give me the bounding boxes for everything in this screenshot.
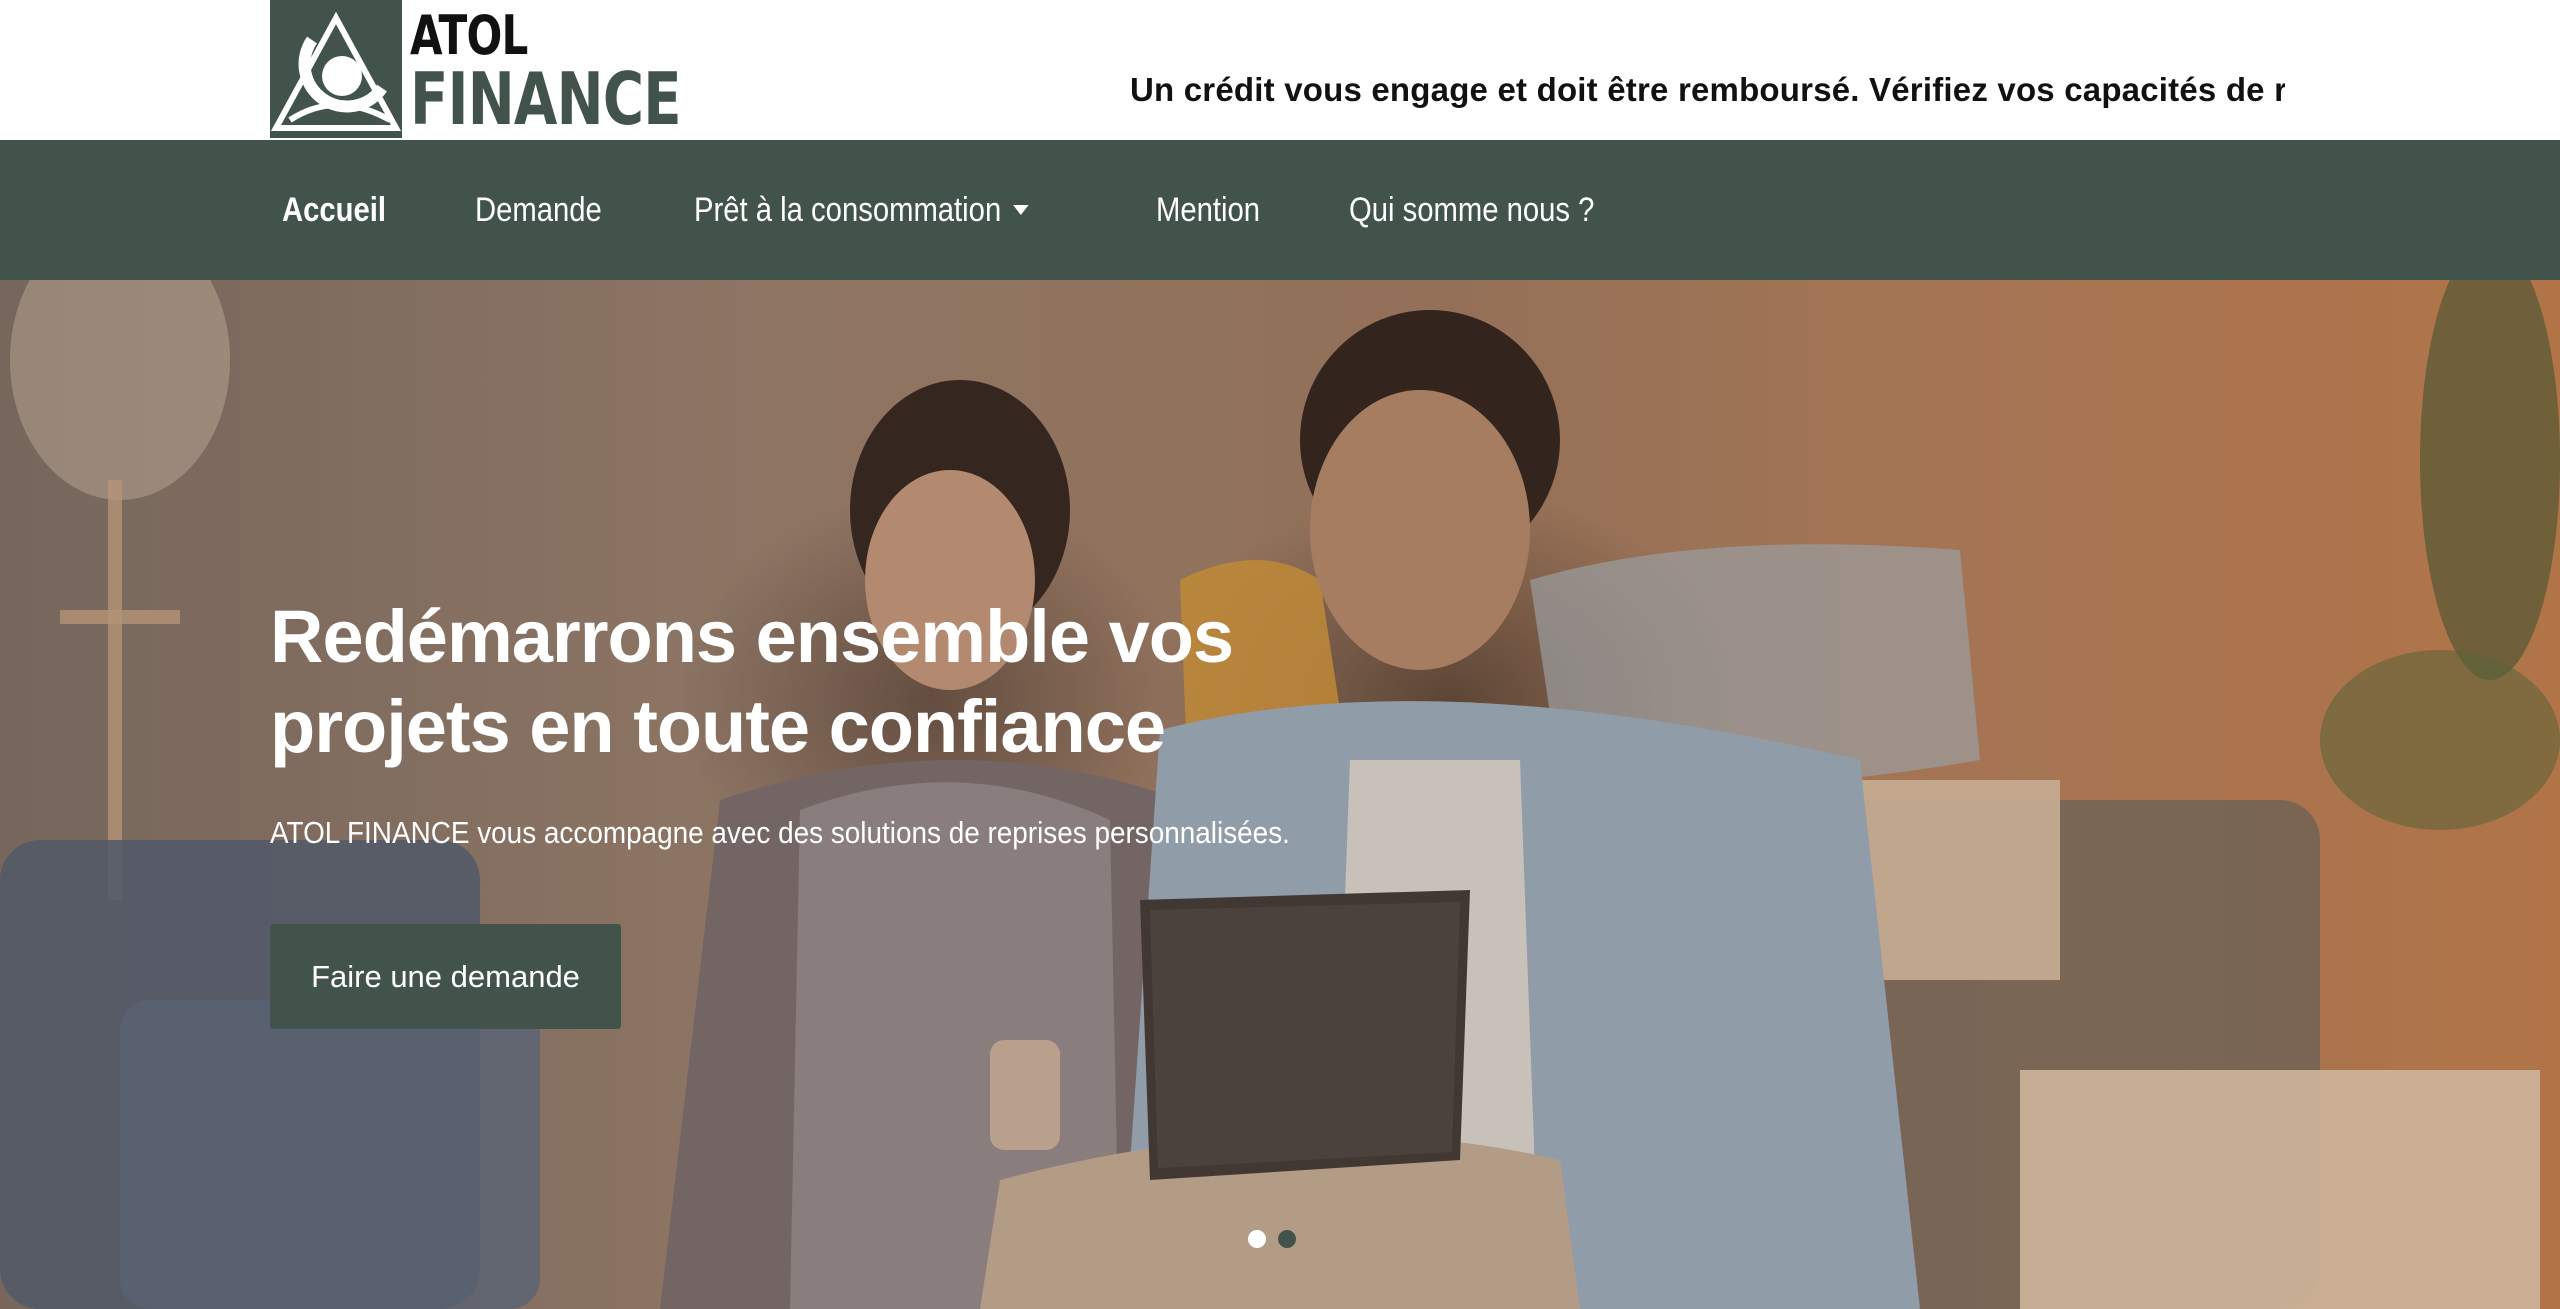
nav-item-accueil[interactable]: Accueil <box>270 191 398 230</box>
carousel-indicators <box>1248 1230 1296 1248</box>
credit-warning-ticker: Un crédit vous engage et doit être rembo… <box>1130 64 2285 116</box>
carousel-indicator-2[interactable] <box>1278 1230 1296 1248</box>
nav-item-label: Qui somme nous ? <box>1348 190 1594 229</box>
nav-item-pret-consommation-dropdown[interactable]: Prêt à la consommation <box>682 191 1041 230</box>
logo-emblem-icon <box>270 0 402 138</box>
nav-list: Accueil Demande Prêt à la consommation M… <box>270 140 1694 280</box>
hero-tint-overlay <box>0 280 2560 1309</box>
top-header: ATOL FINANCE Un crédit vous engage et do… <box>0 0 2560 140</box>
faire-une-demande-button[interactable]: Faire une demande <box>270 924 621 1029</box>
hero-subtitle: ATOL FINANCE vous accompagne avec des so… <box>270 815 1290 850</box>
nav-item-label: Demande <box>474 190 602 229</box>
hero-title: Redémarrons ensemble vos projets en tout… <box>270 595 1234 768</box>
caret-down-icon <box>1013 205 1030 215</box>
nav-item-label: Mention <box>1155 190 1260 229</box>
carousel-indicator-1[interactable] <box>1248 1230 1266 1248</box>
nav-item-label: Accueil <box>282 190 387 229</box>
main-navbar: Accueil Demande Prêt à la consommation M… <box>0 140 2560 280</box>
hero-carousel: Redémarrons ensemble vos projets en tout… <box>0 280 2560 1309</box>
logo-text-line2: FINANCE <box>410 57 682 141</box>
ticker-text: Un crédit vous engage et doit être rembo… <box>1130 71 2285 108</box>
nav-item-mention[interactable]: Mention <box>1144 191 1272 230</box>
nav-item-qui-somme-nous[interactable]: Qui somme nous ? <box>1337 191 1606 230</box>
nav-item-demande[interactable]: Demande <box>463 191 614 230</box>
site-logo[interactable]: ATOL FINANCE <box>270 0 757 140</box>
nav-item-label: Prêt à la consommation <box>694 190 1002 229</box>
logo-wordmark: ATOL FINANCE <box>410 0 682 141</box>
logo-text-line1: ATOL <box>410 4 528 67</box>
